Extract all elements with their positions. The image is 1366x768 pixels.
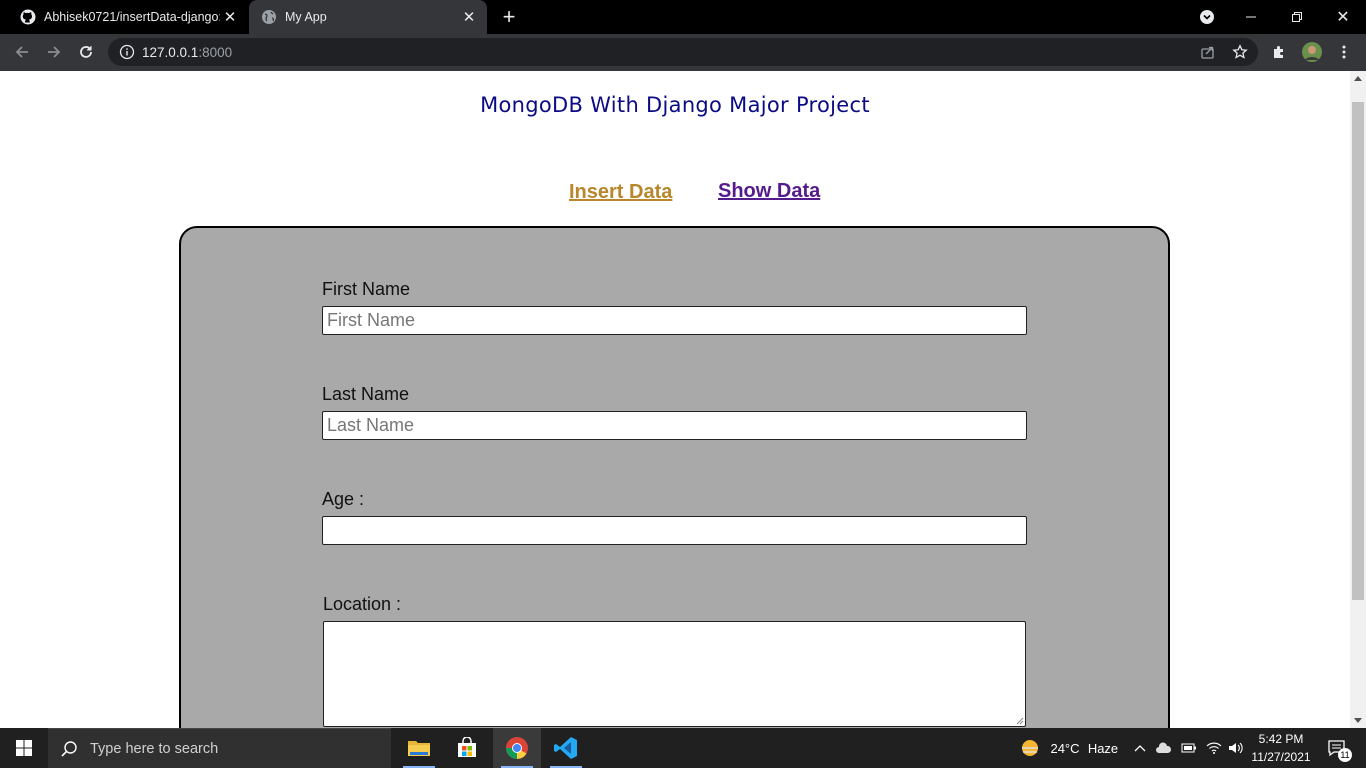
chevron-up-icon[interactable] — [1132, 728, 1148, 768]
reload-icon[interactable] — [72, 38, 100, 66]
insert-data-link[interactable]: Insert Data — [569, 181, 672, 204]
taskbar-search-box[interactable]: Type here to search — [48, 728, 391, 768]
close-window-icon[interactable]: ✕ — [1328, 0, 1358, 34]
tab-search-icon[interactable] — [1196, 0, 1218, 34]
page-title: MongoDB With Django Major Project — [480, 93, 870, 117]
microsoft-store-icon[interactable] — [443, 728, 491, 768]
github-icon — [20, 9, 36, 25]
scroll-down-arrow-icon[interactable] — [1354, 718, 1362, 723]
url-port: :8000 — [198, 44, 233, 60]
location-textarea[interactable] — [323, 621, 1026, 727]
resize-grip-icon[interactable] — [1015, 716, 1024, 725]
last-name-label: Last Name — [322, 384, 410, 404]
battery-icon[interactable] — [1180, 728, 1198, 768]
restore-icon[interactable] — [1282, 0, 1312, 34]
show-data-link[interactable]: Show Data — [718, 180, 820, 203]
vscode-icon[interactable] — [542, 728, 590, 768]
new-tab-button[interactable]: + — [498, 6, 520, 28]
notification-count-badge: 11 — [1338, 748, 1352, 762]
menu-dots-icon[interactable] — [1330, 38, 1358, 66]
url-host: 127.0.0.1 — [142, 44, 199, 60]
clock-time: 5:42 PM — [1258, 732, 1304, 746]
search-icon — [60, 740, 78, 758]
close-tab-icon[interactable]: ✕ — [220, 7, 240, 27]
tab-my-app[interactable]: My App ✕ — [249, 0, 487, 34]
scroll-up-arrow-icon[interactable] — [1354, 76, 1362, 81]
location-label: Location : — [323, 594, 402, 614]
clock-date: 11/27/2021 — [1251, 750, 1311, 764]
info-icon[interactable] — [119, 44, 135, 60]
last-name-input[interactable]: Last Name — [322, 411, 1027, 440]
search-placeholder: Type here to search — [90, 740, 219, 757]
profile-avatar-icon[interactable] — [1298, 38, 1326, 66]
insert-form: First Name First Name Last Name Last Nam… — [179, 226, 1170, 728]
first-name-input[interactable]: First Name — [322, 306, 1027, 335]
windows-start-icon[interactable] — [0, 728, 48, 768]
forward-icon[interactable] — [40, 38, 68, 66]
share-icon[interactable] — [1194, 38, 1222, 66]
age-input[interactable] — [322, 516, 1027, 545]
tab-title: My App — [285, 10, 327, 24]
page-scrollbar[interactable] — [1350, 71, 1366, 728]
chrome-taskbar-icon[interactable] — [493, 728, 541, 768]
tab-github[interactable]: Abhisek0721/insertData-django: ✕ — [8, 0, 248, 34]
tab-title: Abhisek0721/insertData-django: — [44, 10, 220, 24]
onedrive-icon[interactable] — [1155, 728, 1173, 768]
page-content: MongoDB With Django Major Project Insert… — [0, 71, 1350, 728]
browser-toolbar: 127.0.0.1:8000 — [0, 34, 1366, 71]
scrollbar-thumb[interactable] — [1352, 102, 1364, 600]
weather-temp[interactable]: 24°C — [1048, 728, 1082, 768]
windows-taskbar: Type here to search 24°C Haze 5:42 PM 11 — [0, 728, 1366, 768]
extensions-icon[interactable] — [1265, 38, 1293, 66]
browser-tab-bar: Abhisek0721/insertData-django: ✕ My App … — [0, 0, 1366, 34]
close-tab-icon[interactable]: ✕ — [459, 7, 479, 27]
first-name-placeholder: First Name — [327, 310, 416, 330]
wifi-icon[interactable] — [1205, 728, 1223, 768]
file-explorer-icon[interactable] — [395, 728, 443, 768]
globe-icon — [261, 9, 277, 25]
weather-haze-icon[interactable] — [1018, 728, 1042, 768]
taskbar-clock[interactable]: 5:42 PM 11/27/2021 — [1246, 730, 1316, 766]
age-label: Age : — [322, 489, 365, 509]
back-icon[interactable] — [8, 38, 36, 66]
weather-desc[interactable]: Haze — [1086, 728, 1120, 768]
notification-center-icon[interactable]: 11 — [1322, 728, 1352, 768]
volume-icon[interactable] — [1227, 728, 1245, 768]
bookmark-star-icon[interactable] — [1226, 38, 1254, 66]
first-name-label: First Name — [322, 279, 411, 299]
last-name-placeholder: Last Name — [327, 415, 415, 435]
minimize-icon[interactable] — [1236, 0, 1266, 34]
address-bar[interactable]: 127.0.0.1:8000 — [108, 38, 1258, 66]
